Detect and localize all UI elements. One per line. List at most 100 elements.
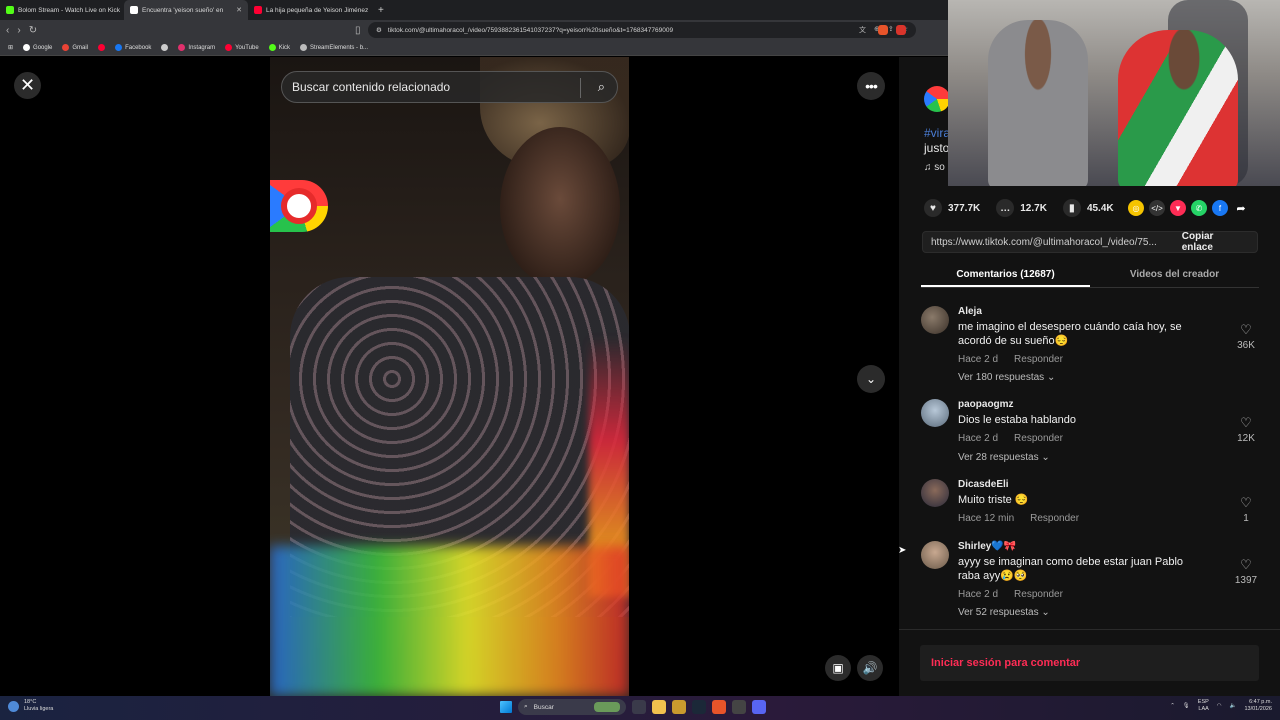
view-replies-button[interactable]: Ver 52 respuestas ⌄ — [958, 607, 1050, 618]
forward-icon[interactable]: › — [17, 25, 20, 36]
avatar[interactable] — [921, 479, 949, 507]
taskbar-search[interactable]: ⌕ Buscar — [518, 699, 626, 715]
tab-kick[interactable]: Bolom Stream - Watch Live on Kick — [0, 0, 124, 20]
video-frame-face — [500, 127, 620, 287]
repost-icon[interactable]: ◎ — [1128, 200, 1144, 216]
windows-start-icon[interactable] — [500, 701, 512, 713]
bookmark-instagram[interactable]: Instagram — [178, 44, 215, 51]
comment-button[interactable]: … 12.7K — [996, 199, 1047, 217]
facebook-share-icon[interactable]: f — [1212, 200, 1228, 216]
video-player[interactable] — [270, 57, 629, 696]
creator-avatar[interactable] — [924, 86, 950, 112]
comment-user[interactable]: Aleja — [958, 306, 982, 317]
music-label[interactable]: ♫ so — [924, 162, 945, 173]
login-to-comment-button[interactable]: Iniciar sesión para comentar — [920, 645, 1259, 681]
copy-link-button[interactable]: Copiar enlace — [1172, 231, 1257, 253]
tab-comments[interactable]: Comentarios (12687) — [921, 262, 1090, 287]
search-placeholder: Buscar contenido relacionado — [292, 80, 451, 94]
language-indicator[interactable]: ESP LAA — [1198, 699, 1209, 713]
chevron-down-icon: ⌄ — [865, 372, 877, 386]
whatsapp-icon[interactable]: ✆ — [1191, 200, 1207, 216]
brave-icon[interactable] — [712, 700, 726, 714]
share-arrow-icon[interactable]: ➦ — [1233, 200, 1249, 216]
bookmark-gmail[interactable]: Gmail — [62, 44, 88, 51]
more-icon: ••• — [865, 78, 878, 94]
comment-user[interactable]: paopaogmz — [958, 399, 1014, 410]
comment-like[interactable]: ♡ 1 — [1231, 495, 1261, 524]
tab-tiktok[interactable]: Encuentra 'yeison sueño' en ✕ — [124, 0, 248, 20]
brave-shield-icon[interactable] — [878, 25, 888, 35]
close-video-button[interactable]: ✕ — [14, 72, 41, 99]
steam-icon[interactable] — [692, 700, 706, 714]
avatar[interactable] — [921, 306, 949, 334]
save-button[interactable]: ▮ 45.4K — [1062, 199, 1114, 217]
comment-icon: … — [996, 199, 1015, 217]
avatar[interactable] — [921, 399, 949, 427]
tab-youtube[interactable]: La hija pequeña de Yeison Jiménez — [248, 0, 372, 20]
comment-text: Muito triste 😔 — [958, 494, 1029, 506]
task-view-icon[interactable] — [632, 700, 646, 714]
address-bar[interactable]: ⚙ tiktok.com/@ultimahoracol_/video/75938… — [368, 22, 916, 38]
reload-icon[interactable]: ↻ — [29, 25, 37, 36]
like-button[interactable]: ♥ 377.7K — [924, 199, 980, 217]
comment-item: Aleja me imagino el desespero cuándo caí… — [921, 306, 1261, 388]
comment-like[interactable]: ♡ 36K — [1231, 322, 1261, 351]
weather-widget[interactable]: 18°C Lluvia ligera — [8, 699, 53, 713]
reply-button[interactable]: Responder — [1030, 513, 1079, 524]
new-tab-button[interactable]: + — [372, 5, 390, 16]
instagram-icon — [178, 44, 186, 51]
bookmark-google[interactable]: Google — [23, 44, 52, 51]
wifi-icon[interactable]: ◠ — [1217, 703, 1222, 710]
picture-in-picture-button[interactable]: ▣ — [825, 655, 851, 681]
tiktok-icon — [130, 6, 138, 14]
translate-icon[interactable]: 文 — [859, 25, 866, 35]
share-icon[interactable]: ⇪ — [888, 25, 894, 35]
discord-icon[interactable] — [752, 700, 766, 714]
related-search-input[interactable]: Buscar contenido relacionado ⌕ — [281, 71, 618, 103]
close-tab-icon[interactable]: ✕ — [236, 6, 242, 14]
site-info-icon[interactable]: ⚙ — [376, 26, 382, 34]
search-icon[interactable]: ⌕ — [598, 79, 605, 95]
view-replies-button[interactable]: Ver 28 respuestas ⌄ — [958, 452, 1050, 463]
view-replies-button[interactable]: Ver 180 respuestas ⌄ — [958, 372, 1055, 383]
clock[interactable]: 6:47 p.m. 13/01/2026 — [1244, 699, 1272, 713]
tab-label: La hija pequeña de Yeison Jiménez — [266, 6, 369, 14]
bookmark-chatgpt[interactable] — [161, 44, 169, 51]
comment-like[interactable]: ♡ 1397 — [1231, 557, 1261, 586]
reply-button[interactable]: Responder — [1014, 433, 1063, 444]
send-icon[interactable]: ▼ — [1170, 200, 1186, 216]
volume-button[interactable]: 🔊 — [857, 655, 883, 681]
comment-like[interactable]: ♡ 12K — [1231, 415, 1261, 444]
video-link-box[interactable]: https://www.tiktok.com/@ultimahoracol_/v… — [922, 231, 1258, 253]
comment-user[interactable]: DicasdeEli — [958, 479, 1009, 490]
tray-chevron-icon[interactable]: ⌃ — [1170, 703, 1175, 710]
tab-creator-videos[interactable]: Videos del creador — [1090, 262, 1259, 287]
reply-button[interactable]: Responder — [1014, 354, 1063, 365]
logo-ring-icon — [281, 188, 317, 224]
next-video-button[interactable]: ⌄ — [857, 365, 885, 393]
reply-button[interactable]: Responder — [1014, 589, 1063, 600]
brave-rewards-icon[interactable] — [896, 25, 906, 35]
speaker-icon[interactable]: 🔈 — [1230, 703, 1237, 710]
bookmark-youtube[interactable]: YouTube — [225, 44, 259, 51]
embed-icon[interactable]: </> — [1149, 200, 1165, 216]
obs-icon[interactable] — [732, 700, 746, 714]
description-hashtag[interactable]: #vira — [924, 126, 950, 140]
bookmark-youtube-blank[interactable] — [98, 44, 106, 51]
heart-outline-icon: ♡ — [1240, 322, 1252, 337]
app-icon[interactable] — [672, 700, 686, 714]
back-icon[interactable]: ‹ — [6, 25, 9, 36]
apps-grid-icon[interactable]: ⊞ — [8, 44, 13, 51]
bookmark-page-icon[interactable]: ▯ — [355, 25, 361, 36]
mic-icon[interactable]: 🎙 — [1183, 703, 1190, 710]
video-link-url: https://www.tiktok.com/@ultimahoracol_/v… — [931, 236, 1157, 248]
taskbar-apps: ⌕ Buscar — [500, 699, 766, 715]
panel-tabs: Comentarios (12687) Videos del creador — [921, 262, 1259, 288]
comment-user[interactable]: Shirley💙🎀 — [958, 541, 1016, 552]
file-explorer-icon[interactable] — [652, 700, 666, 714]
bookmark-kick[interactable]: Kick — [268, 44, 290, 51]
bookmark-facebook[interactable]: Facebook — [115, 44, 151, 51]
more-options-button[interactable]: ••• — [857, 72, 885, 100]
avatar[interactable] — [921, 541, 949, 569]
bookmark-streamelements[interactable]: StreamElements - b... — [300, 44, 368, 51]
